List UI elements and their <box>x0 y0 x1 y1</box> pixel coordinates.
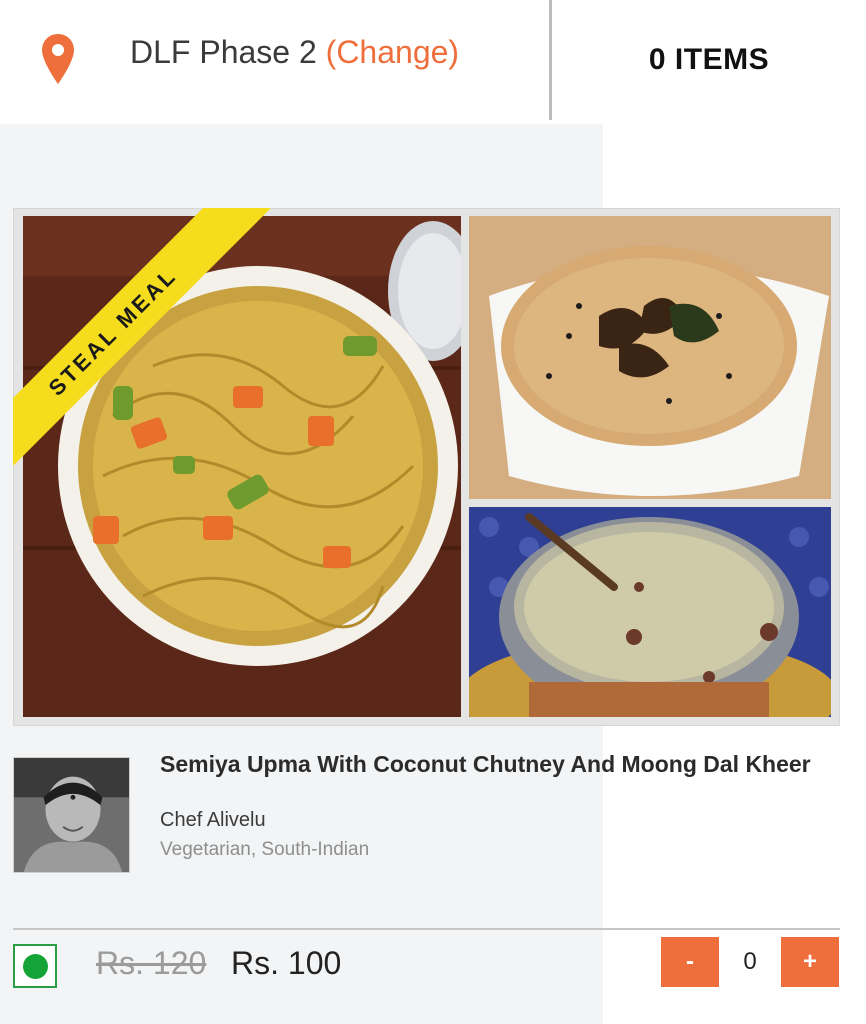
moong-dal-kheer-image <box>469 507 831 717</box>
price-divider <box>13 928 840 930</box>
cuisine-tags: Vegetarian, South-Indian <box>160 839 370 860</box>
meal-image-collage[interactable] <box>13 208 840 726</box>
coconut-chutney-image <box>469 216 831 499</box>
chef-name[interactable]: Chef Alivelu <box>160 809 266 832</box>
current-price: Rs. 100 <box>231 945 342 981</box>
veg-dot <box>23 954 48 979</box>
top-bar: DLF Phase 2 (Change) 0 ITEMS <box>0 0 866 124</box>
dish-title[interactable]: Semiya Upma With Coconut Chutney And Moo… <box>160 752 820 777</box>
change-location-link[interactable]: (Change) <box>326 34 459 70</box>
increase-quantity-button[interactable]: + <box>781 937 839 987</box>
location-selector[interactable]: DLF Phase 2 (Change) <box>0 0 550 124</box>
location-text: DLF Phase 2 (Change) <box>130 34 459 71</box>
location-pin-icon <box>40 32 76 86</box>
location-name: DLF Phase 2 <box>130 34 317 70</box>
cart-items-count[interactable]: 0 ITEMS <box>552 0 866 120</box>
semiya-upma-image <box>23 216 461 717</box>
chef-avatar <box>13 757 130 873</box>
original-price: Rs. 120 <box>96 945 207 981</box>
quantity-value: 0 <box>743 948 757 975</box>
decrease-quantity-button[interactable]: - <box>661 937 719 987</box>
veg-mark-icon <box>13 944 57 988</box>
